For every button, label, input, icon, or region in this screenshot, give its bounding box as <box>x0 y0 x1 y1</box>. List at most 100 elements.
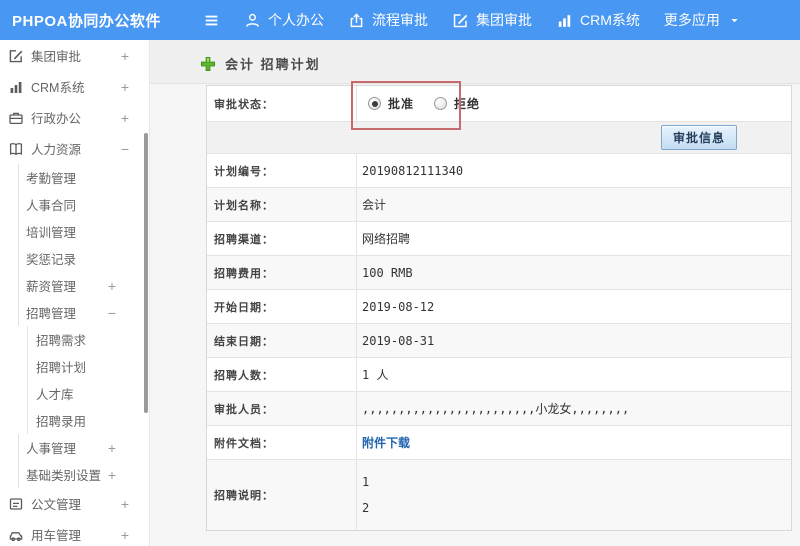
sidebar-item-vehicle-management[interactable]: 用车管理 + <box>0 519 149 546</box>
sidebar-item-label: 基础类别设置 <box>26 469 102 483</box>
table-row-approvers: 审批人员： ,,,,,,,,,,,,,,,,,,,,,,,,小龙女,,,,,,,, <box>207 392 791 426</box>
topnav-crm-system[interactable]: CRM系统 <box>556 10 640 30</box>
row-label: 附件文档： <box>207 426 357 459</box>
sidebar-item-attendance-management[interactable]: 考勤管理 <box>18 164 149 191</box>
approval-info-button[interactable]: 审批信息 <box>660 125 737 150</box>
sidebar-item-group-approval[interactable]: 集团审批 + <box>0 40 149 71</box>
sidebar-item-label: CRM系统 <box>31 81 85 95</box>
sidebar-item-admin-office[interactable]: 行政办公 + <box>0 102 149 133</box>
menu-icon[interactable] <box>203 12 220 29</box>
row-value: 2019-08-12 <box>362 299 435 314</box>
sidebar-item-label: 人才库 <box>36 388 74 402</box>
row-value: ,,,,,,,,,,,,,,,,,,,,,,,,小龙女,,,,,,,, <box>362 402 630 416</box>
row-label: 计划编号： <box>207 154 357 187</box>
topnav: 个人办公 流程审批 集团审批 CRM系统 更多应用 <box>190 10 740 30</box>
main-content: 会计 招聘计划 审批状态： 批准 拒绝 审批信息 计划编号： 2019081211… <box>150 40 800 546</box>
table-row-recruitment-description: 招聘说明： 1 2 <box>207 460 791 530</box>
row-value: 100 RMB <box>362 265 413 280</box>
radio-reject-label[interactable]: 拒绝 <box>454 95 480 112</box>
sidebar-item-recruitment-hiring[interactable]: 招聘录用 <box>27 407 149 434</box>
sidebar-item-training-management[interactable]: 培训管理 <box>18 218 149 245</box>
sidebar-item-personnel-contract[interactable]: 人事合同 <box>18 191 149 218</box>
sidebar-item-document-management[interactable]: 公文管理 + <box>0 488 149 519</box>
sidebar-item-label: 考勤管理 <box>26 172 77 186</box>
sidebar-scrollbar[interactable] <box>144 133 148 413</box>
radio-approve[interactable] <box>368 97 381 110</box>
car-icon <box>8 527 24 543</box>
attachment-download-link[interactable]: 附件下载 <box>362 434 410 451</box>
briefcase-icon <box>8 110 24 126</box>
table-row-start-date: 开始日期： 2019-08-12 <box>207 290 791 324</box>
sidebar-item-talent-pool[interactable]: 人才库 <box>27 380 149 407</box>
edit-square-icon <box>8 48 24 64</box>
row-label: 招聘人数： <box>207 358 357 391</box>
row-label: 审批状态： <box>207 86 357 121</box>
table-row-attachment-document: 附件文档： 附件下载 <box>207 426 791 460</box>
workflow-icon <box>348 12 365 29</box>
row-value: 12 <box>357 460 791 530</box>
sidebar-item-personnel-management[interactable]: 人事管理 + <box>18 434 149 461</box>
sidebar-item-label: 集团审批 <box>31 50 82 64</box>
collapse-icon[interactable]: − <box>121 142 129 156</box>
table-row-plan-name: 计划名称： 会计 <box>207 188 791 222</box>
sidebar-item-label: 招聘管理 <box>26 307 77 321</box>
page-header: 会计 招聘计划 <box>200 54 321 73</box>
sidebar-item-label: 人事合同 <box>26 199 77 213</box>
row-label: 招聘费用： <box>207 256 357 289</box>
row-value: 附件下载 <box>357 426 791 459</box>
radio-approve-label[interactable]: 批准 <box>388 95 414 112</box>
row-value: 会计 <box>362 198 387 212</box>
add-icon <box>200 56 216 72</box>
expand-icon[interactable]: + <box>121 111 129 125</box>
row-value: 20190812111340 <box>362 163 464 178</box>
radio-dot <box>438 101 444 107</box>
expand-icon[interactable]: + <box>121 80 129 94</box>
topnav-group-approval[interactable]: 集团审批 <box>452 10 532 30</box>
radio-reject[interactable] <box>434 97 448 110</box>
user-icon <box>244 12 261 29</box>
sidebar-item-recruitment-demand[interactable]: 招聘需求 <box>27 326 149 353</box>
table-row-recruitment-cost: 招聘费用： 100 RMB <box>207 256 791 290</box>
topnav-personal-office[interactable]: 个人办公 <box>244 10 324 30</box>
row-label: 计划名称： <box>207 188 357 221</box>
expand-icon[interactable]: + <box>121 49 129 63</box>
sidebar-item-label: 招聘计划 <box>36 361 87 375</box>
recruitment-plan-table: 审批状态： 批准 拒绝 审批信息 计划编号： 20190812111340 计划名称… <box>206 85 792 531</box>
sidebar-item-label: 人力资源 <box>31 143 82 157</box>
expand-icon[interactable]: + <box>108 279 116 293</box>
sidebar-item-recruitment-plan[interactable]: 招聘计划 <box>27 353 149 380</box>
document-icon <box>8 496 24 512</box>
sidebar: 集团审批 + CRM系统 + 行政办公 + 人力资源 − 考勤管理人事合同培训管理奖惩记录薪资管… <box>0 40 150 546</box>
row-value: 网络招聘 <box>362 232 411 246</box>
sidebar-item-crm-system[interactable]: CRM系统 + <box>0 71 149 102</box>
approval-status-row: 审批状态： 批准 拒绝 <box>207 86 791 122</box>
table-row-end-date: 结束日期： 2019-08-31 <box>207 324 791 358</box>
expand-icon[interactable]: + <box>108 441 116 455</box>
sidebar-item-label: 行政办公 <box>31 112 82 126</box>
sidebar-menu: 集团审批 + CRM系统 + 行政办公 + 人力资源 − 考勤管理人事合同培训管理奖惩记录薪资管… <box>0 40 149 546</box>
topnav-item-label: 个人办公 <box>268 12 324 28</box>
topnav-workflow-approval[interactable]: 流程审批 <box>348 10 428 30</box>
sidebar-item-salary-management[interactable]: 薪资管理 + <box>18 272 149 299</box>
expand-icon[interactable]: + <box>108 468 116 482</box>
topnav-more-apps[interactable]: 更多应用 <box>664 10 740 30</box>
expand-icon[interactable]: + <box>121 528 129 542</box>
sidebar-item-human-resources[interactable]: 人力资源 − <box>0 133 149 164</box>
sidebar-item-reward-punishment-records[interactable]: 奖惩记录 <box>18 245 149 272</box>
topnav-item-label: 更多应用 <box>663 12 720 28</box>
sidebar-item-label: 薪资管理 <box>26 280 77 294</box>
sidebar-item-label: 奖惩记录 <box>26 253 77 267</box>
sidebar-item-label: 招聘录用 <box>36 415 87 429</box>
expand-icon[interactable]: + <box>121 497 129 511</box>
description-line: 1 <box>362 475 370 489</box>
button-row: 审批信息 <box>207 122 791 154</box>
topnav-item-label: CRM系统 <box>580 12 640 28</box>
radio-dot <box>371 100 378 107</box>
sidebar-item-basic-category-settings[interactable]: 基础类别设置 + <box>18 461 149 488</box>
row-label: 审批人员： <box>207 392 357 425</box>
collapse-icon[interactable]: − <box>108 306 116 320</box>
table-row-plan-number: 计划编号： 20190812111340 <box>207 154 791 188</box>
bar-chart-icon <box>8 79 24 95</box>
sidebar-item-recruitment-management[interactable]: 招聘管理 − <box>18 299 149 326</box>
row-value: 批准 拒绝 <box>357 86 791 121</box>
